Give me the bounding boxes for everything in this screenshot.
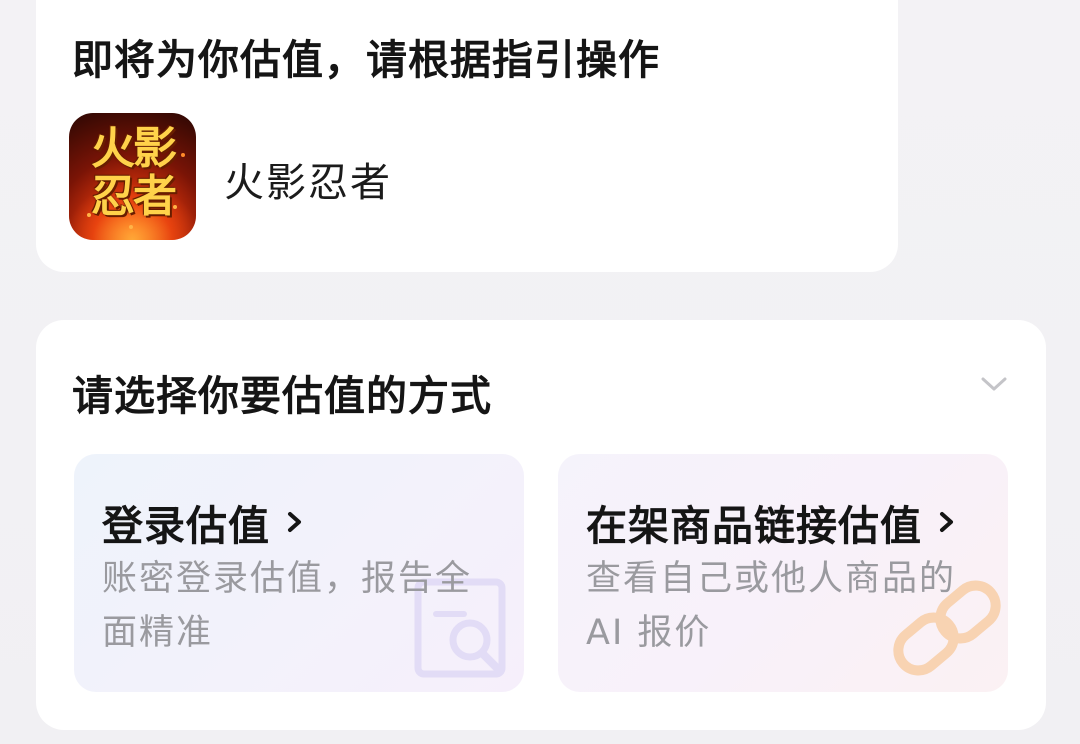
app-icon-logo-text-line1: 火影 bbox=[91, 123, 177, 174]
app-icon-logo-text-line2: 忍者 bbox=[91, 171, 177, 222]
valuation-method-card: 请选择你要估值的方式 登录估值 账密登录估值，报告全面精准 在架商品链接估值 查… bbox=[36, 320, 1046, 730]
link-valuation-option[interactable]: 在架商品链接估值 查看自己或他人商品的 AI 报价 bbox=[558, 454, 1008, 692]
chevron-right-icon bbox=[288, 512, 301, 532]
collapse-button[interactable] bbox=[976, 366, 1012, 402]
login-valuation-option[interactable]: 登录估值 账密登录估值，报告全面精准 bbox=[74, 454, 524, 692]
login-valuation-title: 登录估值 bbox=[102, 492, 306, 552]
chevron-right-icon bbox=[940, 512, 953, 532]
link-valuation-description: 查看自己或他人商品的 AI 报价 bbox=[586, 559, 957, 653]
link-valuation-title: 在架商品链接估值 bbox=[586, 492, 958, 552]
valuation-method-title: 请选择你要估值的方式 bbox=[72, 372, 492, 420]
login-valuation-label: 登录估值 bbox=[102, 502, 270, 550]
page-title: 即将为你估值，请根据指引操作 bbox=[72, 36, 660, 84]
login-valuation-description: 账密登录估值，报告全面精准 bbox=[102, 559, 473, 653]
link-valuation-label: 在架商品链接估值 bbox=[586, 502, 922, 550]
chevron-down-icon bbox=[981, 377, 1007, 391]
app-info-card: 即将为你估值，请根据指引操作 火影 忍者 火影忍者 bbox=[36, 0, 898, 272]
app-icon: 火影 忍者 bbox=[69, 113, 196, 240]
app-name: 火影忍者 bbox=[224, 160, 392, 206]
